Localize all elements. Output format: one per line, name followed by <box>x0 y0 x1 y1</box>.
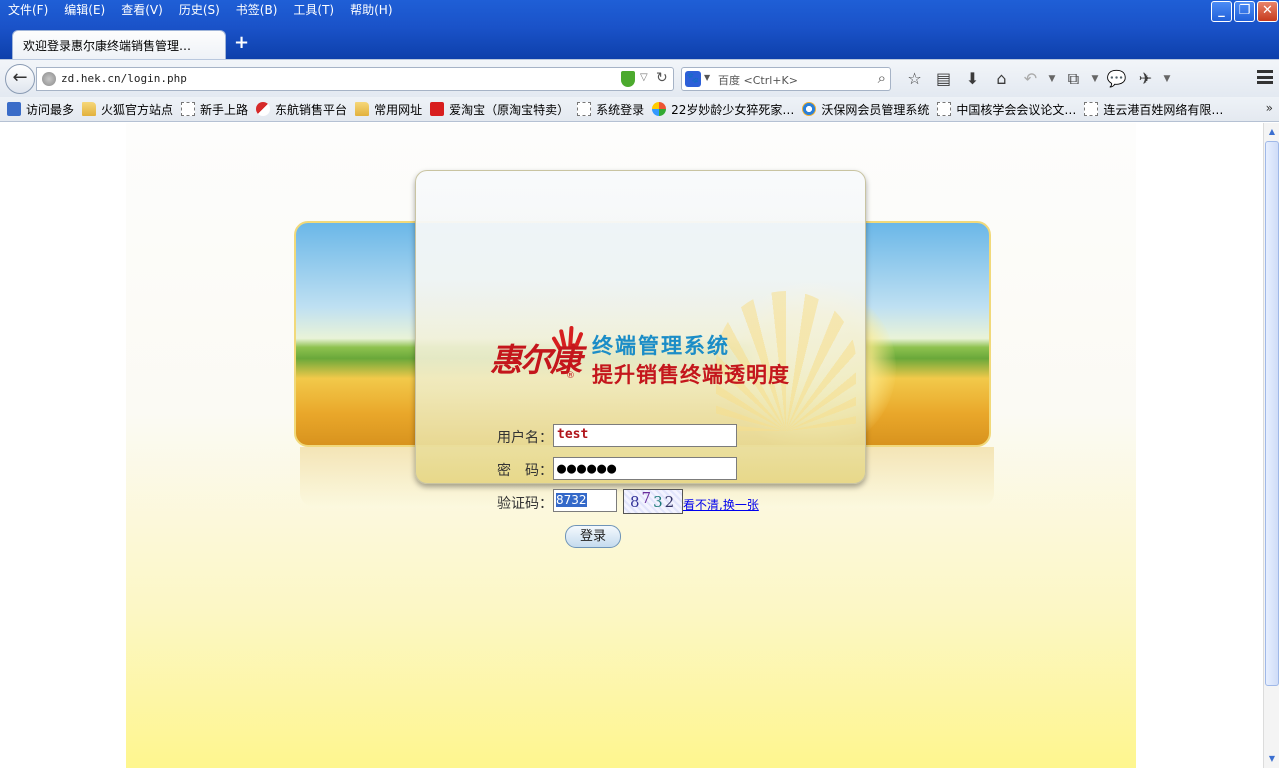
captcha-char: 8 <box>630 493 642 511</box>
bookmark-label: 沃保网会员管理系统 <box>821 102 930 117</box>
tab-active[interactable]: 欢迎登录惠尔康终端销售管理… <box>12 30 226 59</box>
addon-icon[interactable]: ✈ <box>1131 68 1160 90</box>
navigation-toolbar: ← zd.hek.cn/login.php ▽ ↻ 🐾 ▼ 百度 <Ctrl+K… <box>0 59 1279 97</box>
bookmark-label: 火狐官方站点 <box>101 102 174 117</box>
bookmark-item[interactable]: 新手上路 <box>177 99 252 119</box>
new-tab-button[interactable]: + <box>234 34 249 52</box>
login-button[interactable]: 登录 <box>565 525 621 548</box>
bookmark-item[interactable]: 东航销售平台 <box>252 99 351 119</box>
captcha-char: 3 <box>653 493 665 511</box>
browser-titlebar: 文件(F) 编辑(E) 查看(V) 历史(S) 书签(B) 工具(T) 帮助(H… <box>0 0 1279 62</box>
captcha-input-value: 8732 <box>556 493 587 507</box>
bookmark-label: 东航销售平台 <box>275 102 348 117</box>
baidu-icon[interactable]: 🐾 <box>685 71 701 87</box>
username-label: 用户名： <box>497 430 553 446</box>
menu-edit[interactable]: 编辑(E) <box>56 0 113 20</box>
reading-list-icon[interactable]: ▤ <box>929 68 958 90</box>
window-controls: _ ❐ ✕ <box>1211 1 1278 22</box>
bookmark-label: 中国核学会会议论文… <box>956 102 1077 117</box>
bookmark-star-icon[interactable]: ☆ <box>900 68 929 90</box>
page-icon <box>577 102 592 116</box>
bookmark-item[interactable]: 火狐官方站点 <box>78 99 177 119</box>
menu-file[interactable]: 文件(F) <box>0 0 56 20</box>
airline-icon <box>256 102 271 116</box>
bookmark-label: 系统登录 <box>596 102 645 117</box>
captcha-char: 2 <box>664 493 677 511</box>
back-button[interactable]: ← <box>5 64 35 94</box>
page-scrollbar[interactable]: ▲ ▼ <box>1263 123 1279 768</box>
page-icon <box>1084 102 1099 116</box>
page-icon <box>181 102 196 116</box>
menu-bar: 文件(F) 编辑(E) 查看(V) 历史(S) 书签(B) 工具(T) 帮助(H… <box>0 0 401 20</box>
bookmark-label: 常用网址 <box>374 102 423 117</box>
search-icon <box>7 102 21 116</box>
folder-icon <box>355 102 370 116</box>
back-arrow-icon: ← <box>12 67 28 88</box>
scroll-down-arrow-icon[interactable]: ▼ <box>1265 751 1279 767</box>
taobao-icon <box>430 102 445 116</box>
captcha-label: 验证码： <box>497 496 553 512</box>
url-bar[interactable]: zd.hek.cn/login.php ▽ ↻ <box>36 67 674 91</box>
bookmark-item[interactable]: 访问最多 <box>3 99 78 119</box>
scrollbar-thumb[interactable] <box>1265 141 1279 686</box>
url-text: zd.hek.cn/login.php <box>61 72 187 85</box>
bookmark-item[interactable]: 连云港百姓网络有限… <box>1080 99 1227 119</box>
bookmark-label: 22岁妙龄少女猝死家… <box>671 102 795 117</box>
history-dropdown-icon[interactable]: ▽ <box>640 72 648 83</box>
captcha-input[interactable]: 8732 <box>553 489 617 512</box>
username-input[interactable]: test <box>553 424 737 447</box>
bookmark-item[interactable]: 爱淘宝（原淘宝特卖） <box>426 99 573 119</box>
bookmarks-overflow-button[interactable]: » <box>1266 101 1273 115</box>
site-identity-icon[interactable] <box>42 72 56 86</box>
pinwheel-icon <box>652 102 667 116</box>
download-icon[interactable]: ⬇ <box>958 68 987 90</box>
menu-bookmarks[interactable]: 书签(B) <box>228 0 286 20</box>
bookmark-item[interactable]: 22岁妙龄少女猝死家… <box>648 99 798 119</box>
bookmark-item[interactable]: 常用网址 <box>351 99 426 119</box>
system-title: 终端管理系统 <box>592 334 730 358</box>
toolbar-icons: ☆ ▤ ⬇ ⌂ ↶ ▼ ⧉ ▼ 💬 ✈ ▼ <box>900 68 1174 90</box>
reload-icon[interactable]: ↻ <box>656 70 668 86</box>
bookmark-label: 新手上路 <box>200 102 249 117</box>
tab-title: 欢迎登录惠尔康终端销售管理… <box>23 39 192 53</box>
folder-icon <box>82 102 97 116</box>
captcha-image[interactable]: 8732 <box>623 489 683 514</box>
captcha-char: 7 <box>641 489 654 507</box>
chevron-down-icon[interactable]: ▼ <box>1045 68 1059 90</box>
search-input[interactable]: 百度 <Ctrl+K> <box>718 72 798 88</box>
menu-view[interactable]: 查看(V) <box>113 0 171 20</box>
ie-icon <box>802 102 817 116</box>
chevron-down-icon[interactable]: ▼ <box>704 73 710 82</box>
chat-icon[interactable]: 💬 <box>1102 68 1131 90</box>
scroll-up-arrow-icon[interactable]: ▲ <box>1265 124 1279 140</box>
menu-history[interactable]: 历史(S) <box>171 0 228 20</box>
menu-tools[interactable]: 工具(T) <box>285 0 342 20</box>
crop-icon[interactable]: ⧉ <box>1059 68 1088 90</box>
close-window-button[interactable]: ✕ <box>1257 1 1278 22</box>
registered-mark: ® <box>566 371 575 381</box>
hamburger-menu-icon[interactable] <box>1257 70 1273 84</box>
home-icon[interactable]: ⌂ <box>987 68 1016 90</box>
restore-button[interactable]: ❐ <box>1234 1 1255 22</box>
menu-help[interactable]: 帮助(H) <box>342 0 400 20</box>
chevron-down-icon[interactable]: ▼ <box>1160 68 1174 90</box>
bookmark-label: 爱淘宝（原淘宝特卖） <box>449 102 570 117</box>
bookmarks-toolbar: 访问最多 火狐官方站点 新手上路 东航销售平台 常用网址 爱淘宝（原淘宝特卖） … <box>0 97 1279 122</box>
chevron-down-icon[interactable]: ▼ <box>1088 68 1102 90</box>
bookmark-label: 连云港百姓网络有限… <box>1103 102 1224 117</box>
password-label: 密 码： <box>497 463 553 479</box>
bookmark-label: 访问最多 <box>26 102 75 117</box>
bookmark-item[interactable]: 系统登录 <box>573 99 648 119</box>
system-slogan: 提升销售终端透明度 <box>592 363 790 387</box>
bookmark-item[interactable]: 沃保网会员管理系统 <box>798 99 933 119</box>
search-bar[interactable]: 🐾 ▼ 百度 <Ctrl+K> ⌕ <box>681 67 891 91</box>
undo-icon[interactable]: ↶ <box>1016 68 1045 90</box>
password-input[interactable]: ●●●●●● <box>553 457 737 480</box>
shield-icon[interactable] <box>621 71 635 87</box>
refresh-captcha-link[interactable]: 看不清,换一张 <box>683 496 759 513</box>
search-go-icon[interactable]: ⌕ <box>878 69 886 87</box>
bookmark-item[interactable]: 中国核学会会议论文… <box>933 99 1080 119</box>
minimize-button[interactable]: _ <box>1211 1 1232 22</box>
page-icon <box>937 102 952 116</box>
